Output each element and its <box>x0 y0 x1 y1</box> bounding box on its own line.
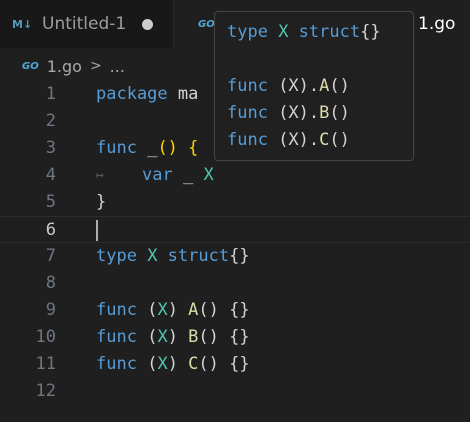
bracket: {} <box>229 246 250 266</box>
bracket: { <box>177 138 199 158</box>
receiver: (X). <box>267 103 320 123</box>
bracket: {} <box>218 354 250 374</box>
function-name: B <box>319 103 330 123</box>
keyword: struct <box>157 246 230 266</box>
keyword: package <box>96 84 168 104</box>
hover-line: func (X).B() <box>227 103 350 123</box>
keyword: func <box>227 130 268 150</box>
bracket: ( <box>136 354 158 374</box>
line-number: 4 <box>45 165 56 185</box>
keyword: func <box>96 327 137 347</box>
tab-label: 1.go <box>418 14 456 34</box>
line-number: 11 <box>35 354 56 374</box>
line-number: 6 <box>45 220 56 240</box>
bracket: () <box>329 76 350 96</box>
bracket: () <box>198 327 219 347</box>
keyword: func <box>96 300 137 320</box>
line-number: 1 <box>45 84 56 104</box>
tab-label: Untitled-1 <box>42 14 127 34</box>
line-number: 5 <box>45 192 56 212</box>
keyword: func <box>227 76 268 96</box>
hover-line: func (X).A() <box>227 76 350 96</box>
code-line: 7 type X struct{} <box>0 243 470 270</box>
line-number: 10 <box>35 327 56 347</box>
hover-line: func (X).C() <box>227 130 350 150</box>
breadcrumb-file[interactable]: 1.go <box>47 57 82 76</box>
keyword: func <box>96 354 137 374</box>
go-icon: GO <box>198 18 215 30</box>
type-name: X <box>136 246 158 266</box>
hover-tooltip: type X struct{} func (X).A() func (X).B(… <box>214 11 414 161</box>
bracket: ( <box>136 327 158 347</box>
receiver: (X). <box>267 130 320 150</box>
keyword: func <box>96 138 137 158</box>
hover-line: type X struct{} <box>227 22 381 42</box>
line-number: 12 <box>35 381 56 401</box>
tab-untitled-1[interactable]: M↓ Untitled-1 <box>0 0 174 48</box>
type-name: X <box>157 327 168 347</box>
line-number: 8 <box>45 273 56 293</box>
identifier: ma <box>167 84 199 104</box>
receiver: (X). <box>267 76 320 96</box>
code-line: 8 <box>0 270 470 297</box>
keyword: func <box>227 103 268 123</box>
bracket: ( <box>136 300 158 320</box>
indent-guide-icon: ↦ <box>96 168 104 183</box>
code-line: 11 func (X) C() {} <box>0 351 470 378</box>
bracket: () <box>198 300 219 320</box>
code-line: 9 func (X) A() {} <box>0 297 470 324</box>
code-line: 5 } <box>0 189 470 216</box>
bracket: } <box>96 192 107 212</box>
bracket: {} <box>218 300 250 320</box>
bracket: () <box>198 354 219 374</box>
markdown-icon: M↓ <box>12 17 33 31</box>
unsaved-dot-icon[interactable] <box>142 18 154 30</box>
type-name: X <box>157 354 168 374</box>
function-name: C <box>188 354 199 374</box>
bracket: () <box>329 130 350 150</box>
function-name: A <box>188 300 199 320</box>
function-name: B <box>188 327 199 347</box>
bracket: {} <box>360 22 381 42</box>
identifier: _ <box>172 165 204 185</box>
keyword: struct <box>288 22 361 42</box>
type-name: X <box>157 300 168 320</box>
line-number: 3 <box>45 138 56 158</box>
bracket: ) <box>167 354 189 374</box>
keyword: type <box>227 22 268 42</box>
function-name: C <box>319 130 330 150</box>
code-line: 10 func (X) B() {} <box>0 324 470 351</box>
code-line: 12 <box>0 378 470 405</box>
go-icon: GO <box>22 60 39 72</box>
current-line: 6 <box>0 216 470 243</box>
chevron-right-icon: > <box>89 58 102 74</box>
bracket: () <box>157 138 178 158</box>
bracket: {} <box>218 327 250 347</box>
function-name: A <box>319 76 330 96</box>
line-number: 7 <box>45 246 56 266</box>
keyword: type <box>96 246 137 266</box>
bracket: ) <box>167 327 189 347</box>
text-cursor <box>96 220 98 241</box>
breadcrumb-symbols[interactable]: ... <box>110 57 125 76</box>
bracket: ) <box>167 300 189 320</box>
type-name: X <box>267 22 289 42</box>
bracket: () <box>329 103 350 123</box>
line-number: 9 <box>45 300 56 320</box>
line-number: 2 <box>45 111 56 131</box>
code-line: 4 ↦ var _ X <box>0 162 470 189</box>
type-name: X <box>203 165 214 185</box>
identifier: _ <box>136 138 158 158</box>
keyword: var <box>142 165 173 185</box>
